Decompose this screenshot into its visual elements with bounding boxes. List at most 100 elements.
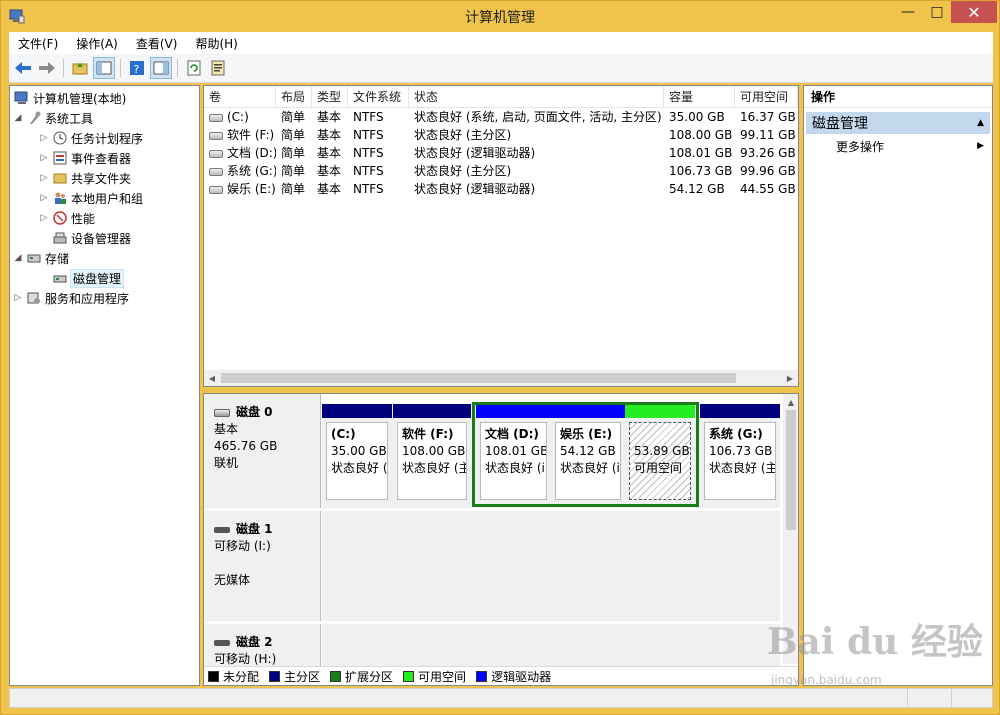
back-arrow-icon[interactable] (13, 58, 33, 78)
show-hide-tree-icon[interactable] (93, 57, 115, 79)
disk-map: 磁盘 0 基本 465.76 GB 联机 (C:) 35.00 GB 状态良好 … (203, 393, 799, 686)
show-hide-action-icon[interactable] (150, 57, 172, 79)
tree-item-task-scheduler[interactable]: ▷ 任务计划程序 (38, 128, 143, 148)
toolbar: ? (9, 54, 993, 83)
disk-management-icon (52, 270, 68, 286)
column-header-status[interactable]: 状态 (409, 86, 664, 108)
expand-icon[interactable]: ▷ (38, 213, 50, 223)
more-actions-item[interactable]: 更多操作 ▶ (806, 136, 990, 156)
drive-icon (209, 113, 223, 122)
forward-arrow-icon[interactable] (37, 58, 57, 78)
partition-c[interactable]: (C:) 35.00 GB 状态良好 ( (322, 404, 392, 504)
status-bar-panel (908, 689, 952, 707)
volume-list: 卷 布局 类型 文件系统 状态 容量 可用空间 (C:) 简单 基本 NTFS … (203, 85, 799, 387)
scroll-up-icon[interactable]: ▲ (783, 394, 798, 410)
menu-action[interactable]: 操作(A) (67, 35, 127, 52)
scroll-right-icon[interactable]: ▶ (782, 370, 798, 386)
primary-partition-bar (322, 404, 392, 418)
expand-icon[interactable]: ▷ (38, 173, 50, 183)
legend-item: 逻辑驱动器 (476, 668, 551, 685)
actions-pane: 操作 磁盘管理 ▲ 更多操作 ▶ (803, 85, 993, 686)
collapse-icon[interactable]: ◢ (12, 113, 24, 123)
column-header-type[interactable]: 类型 (312, 86, 348, 108)
expand-icon[interactable]: ▷ (38, 153, 50, 163)
partition-f[interactable]: 软件 (F:) 108.00 GB 状态良好 (主 (393, 404, 471, 504)
scrollbar-thumb[interactable] (221, 373, 736, 383)
baidu-watermark: Bai du 经验 (767, 621, 983, 663)
tree-item-local-users[interactable]: ▷ 本地用户和组 (38, 188, 143, 208)
maximize-button[interactable]: □ (923, 1, 951, 23)
collapse-up-icon[interactable]: ▲ (977, 118, 984, 128)
minimize-button[interactable]: — (893, 1, 923, 23)
tree-item-root[interactable]: 计算机管理(本地) (12, 88, 126, 108)
legend-swatch (330, 671, 342, 682)
table-row[interactable]: (C:) 简单 基本 NTFS 状态良好 (系统, 启动, 页面文件, 活动, … (204, 108, 798, 126)
partition-g[interactable]: 系统 (G:) 106.73 GB 状态良好 (主 (700, 404, 780, 504)
disk-legend: 未分配 主分区 扩展分区 可用空间 逻辑驱动器 (204, 666, 798, 685)
close-button[interactable]: ✕ (951, 1, 997, 23)
drive-icon (209, 131, 223, 140)
event-viewer-icon (52, 150, 68, 166)
legend-swatch (476, 671, 488, 682)
device-manager-icon (52, 230, 68, 246)
svg-text:?: ? (134, 63, 140, 76)
tree-item-storage[interactable]: ◢ 存储 (12, 248, 69, 268)
title-bar[interactable]: 计算机管理 — □ ✕ (1, 1, 999, 32)
volume-list-header: 卷 布局 类型 文件系统 状态 容量 可用空间 (204, 86, 798, 108)
tree-item-performance[interactable]: ▷ 性能 (38, 208, 95, 228)
users-icon (52, 190, 68, 206)
column-header-capacity[interactable]: 容量 (664, 86, 735, 108)
menu-bar: 文件(F) 操作(A) 查看(V) 帮助(H) (9, 32, 993, 54)
collapse-icon[interactable]: ◢ (12, 253, 24, 263)
computer-management-icon (14, 90, 30, 106)
expand-icon[interactable]: ▷ (12, 293, 24, 303)
tree-item-system-tools[interactable]: ◢ 系统工具 (12, 108, 93, 128)
table-row[interactable]: 娱乐 (E:) 简单 基本 NTFS 状态良好 (逻辑驱动器) 54.12 GB… (204, 180, 798, 198)
submenu-arrow-icon: ▶ (977, 141, 984, 151)
scrollbar-thumb[interactable] (786, 410, 796, 530)
services-icon (26, 290, 42, 306)
legend-item: 可用空间 (403, 668, 466, 685)
refresh-icon[interactable] (184, 58, 204, 78)
actions-header: 操作 (804, 86, 992, 108)
toolbar-separator (177, 59, 178, 77)
column-header-layout[interactable]: 布局 (276, 86, 312, 108)
up-folder-icon[interactable] (70, 58, 90, 78)
removable-disk-icon (214, 526, 230, 533)
tree-item-shared-folders[interactable]: ▷ 共享文件夹 (38, 168, 131, 188)
table-row[interactable]: 软件 (F:) 简单 基本 NTFS 状态良好 (主分区) 108.00 GB … (204, 126, 798, 144)
menu-help[interactable]: 帮助(H) (186, 35, 246, 52)
help-icon[interactable]: ? (127, 58, 147, 78)
menu-file[interactable]: 文件(F) (9, 35, 67, 52)
navigation-tree: 计算机管理(本地) ◢ 系统工具 ▷ 任务计划程序 ▷ 事件查看器 ▷ 共享文件… (9, 85, 200, 686)
table-row[interactable]: 文档 (D:) 简单 基本 NTFS 状态良好 (逻辑驱动器) 108.01 G… (204, 144, 798, 162)
actions-section-disk-management[interactable]: 磁盘管理 ▲ (806, 112, 990, 134)
tree-item-services-apps[interactable]: ▷ 服务和应用程序 (12, 288, 129, 308)
baidu-watermark-url: jingyan.baidu.com (771, 673, 882, 687)
tree-item-event-viewer[interactable]: ▷ 事件查看器 (38, 148, 131, 168)
toolbar-separator (120, 59, 121, 77)
column-header-free-space[interactable]: 可用空间 (735, 86, 798, 108)
expand-icon[interactable]: ▷ (38, 193, 50, 203)
table-row[interactable]: 系统 (G:) 简单 基本 NTFS 状态良好 (主分区) 106.73 GB … (204, 162, 798, 180)
horizontal-scrollbar[interactable]: ◀ ▶ (204, 370, 798, 386)
drive-icon (209, 185, 223, 194)
properties-icon[interactable] (208, 58, 228, 78)
performance-icon (52, 210, 68, 226)
disk0-label[interactable]: 磁盘 0 基本 465.76 GB 联机 (205, 394, 321, 508)
toolbar-separator (63, 59, 64, 77)
legend-swatch (269, 671, 281, 682)
expand-icon[interactable]: ▷ (38, 133, 50, 143)
column-header-filesystem[interactable]: 文件系统 (348, 86, 409, 108)
storage-icon (26, 250, 42, 266)
drive-icon (209, 149, 223, 158)
disk2-label[interactable]: 磁盘 2 可移动 (H:) (205, 624, 321, 669)
legend-item: 未分配 (208, 668, 259, 685)
disk1-label[interactable]: 磁盘 1 可移动 (I:) 无媒体 (205, 511, 321, 621)
scroll-left-icon[interactable]: ◀ (204, 370, 220, 386)
menu-view[interactable]: 查看(V) (127, 35, 187, 52)
disk1-area (322, 511, 780, 621)
tree-item-device-manager[interactable]: 设备管理器 (50, 228, 131, 248)
tree-item-disk-management[interactable]: 磁盘管理 (50, 268, 125, 288)
column-header-volume[interactable]: 卷 (204, 86, 276, 108)
